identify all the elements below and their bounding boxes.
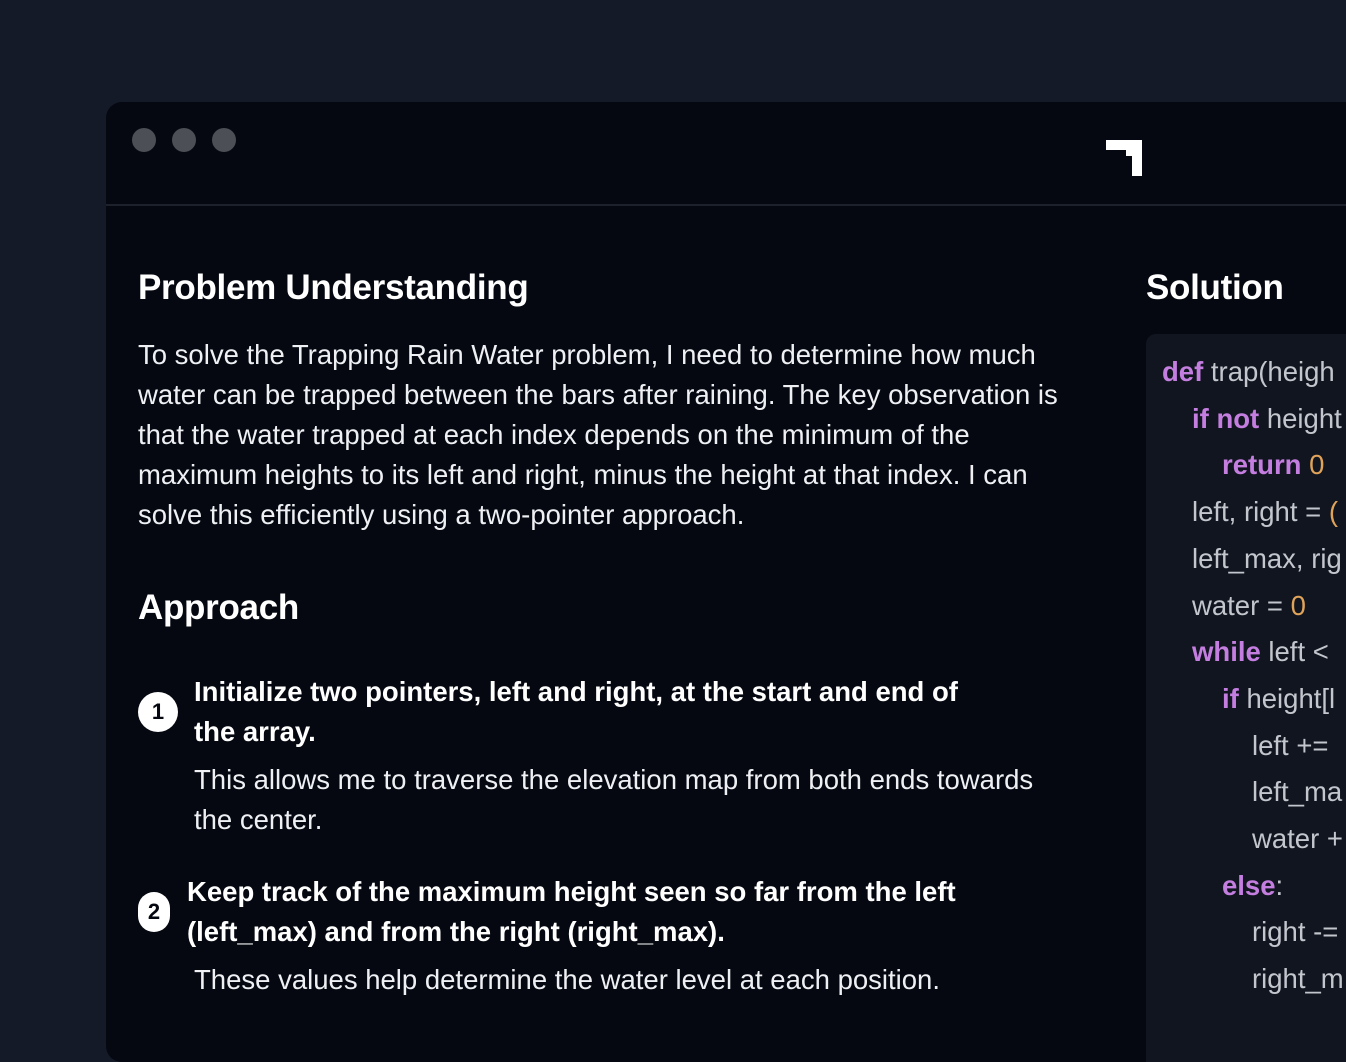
minimize-window-button[interactable] [172,128,196,152]
code-text: right -= [1252,916,1339,948]
code-text: height [1259,402,1342,434]
step-number-badge: 2 [138,892,170,932]
step-title-line: (left_max) and from the right (right_max… [187,916,725,947]
code-text: trap(heigh [1203,356,1335,387]
code-keyword: if [1222,682,1239,714]
problem-heading: Problem Understanding [138,268,529,307]
code-line: return 0 [1222,445,1324,485]
code-line: left_max, rig [1192,539,1342,579]
code-number: ( [1328,496,1338,528]
code-line: left, right = ( [1192,492,1338,532]
code-line: def trap(heigh [1162,352,1335,392]
code-text: right_m [1252,963,1344,995]
code-keyword: else [1222,869,1276,901]
step-title: Keep track of the maximum height seen so… [187,872,956,952]
code-line: right -= [1252,912,1338,952]
code-keyword: while [1192,636,1261,668]
code-text: : [1275,869,1284,901]
code-keyword: if not [1192,402,1260,434]
step-desc-line: the center. [194,804,323,835]
problem-line: To solve the Trapping Rain Water problem… [138,339,1036,370]
code-line: water + [1252,819,1343,859]
step-title: Initialize two pointers, left and right,… [194,672,958,752]
code-line: left_ma [1252,772,1342,812]
title-bar [106,102,1346,206]
code-number: 0 [1309,449,1325,481]
code-text: left_max, rig [1192,542,1342,574]
code-keyword: return [1222,449,1302,481]
code-text: height[l [1238,682,1336,714]
code-text: left, right = [1192,496,1329,528]
code-block[interactable]: def trap(heigh if not height return 0 left,… [1146,334,1346,1062]
code-line: while left < [1192,632,1329,672]
solution-heading: Solution [1146,268,1284,307]
code-line: else: [1222,866,1283,906]
code-line: if height[l [1222,679,1335,719]
code-line: water = 0 [1192,586,1306,626]
problem-line: maximum heights to its left and right, m… [138,459,1028,490]
problem-line: that the water trapped at each index dep… [138,419,970,450]
step-title-line: Initialize two pointers, left and right,… [194,676,958,707]
step-desc-line: This allows me to traverse the elevation… [194,764,1034,795]
problem-line: water can be trapped between the bars af… [138,379,1058,410]
step-description: This allows me to traverse the elevation… [194,760,1033,840]
code-keyword: def [1162,356,1204,387]
problem-paragraph: To solve the Trapping Rain Water problem… [138,335,1123,535]
explanation-column: Problem Understanding To solve the Trapp… [138,268,1128,995]
code-number: 0 [1290,589,1306,621]
step-title-line: Keep track of the maximum height seen so… [187,876,956,907]
step-description: These values help determine the water le… [194,960,940,1000]
code-text: water + [1252,823,1343,854]
code-text: left += [1252,729,1329,761]
code-text: left_ma [1252,776,1343,808]
maximize-window-button[interactable] [212,128,236,152]
app-logo-icon [1106,140,1142,176]
step-number-badge: 1 [138,692,178,732]
app-window: Problem Understanding To solve the Trapp… [106,102,1346,1062]
code-line: if not height [1192,399,1342,439]
close-window-button[interactable] [132,128,156,152]
step-title-line: the array. [194,716,316,747]
step-desc-line: These values help determine the water le… [194,964,940,995]
code-text: water = [1192,589,1291,621]
code-line: left += [1252,726,1328,766]
problem-line: solve this efficiently using a two-point… [138,499,745,530]
approach-heading: Approach [138,588,299,627]
code-line: right_m [1252,959,1344,999]
code-text: left < [1260,636,1329,668]
